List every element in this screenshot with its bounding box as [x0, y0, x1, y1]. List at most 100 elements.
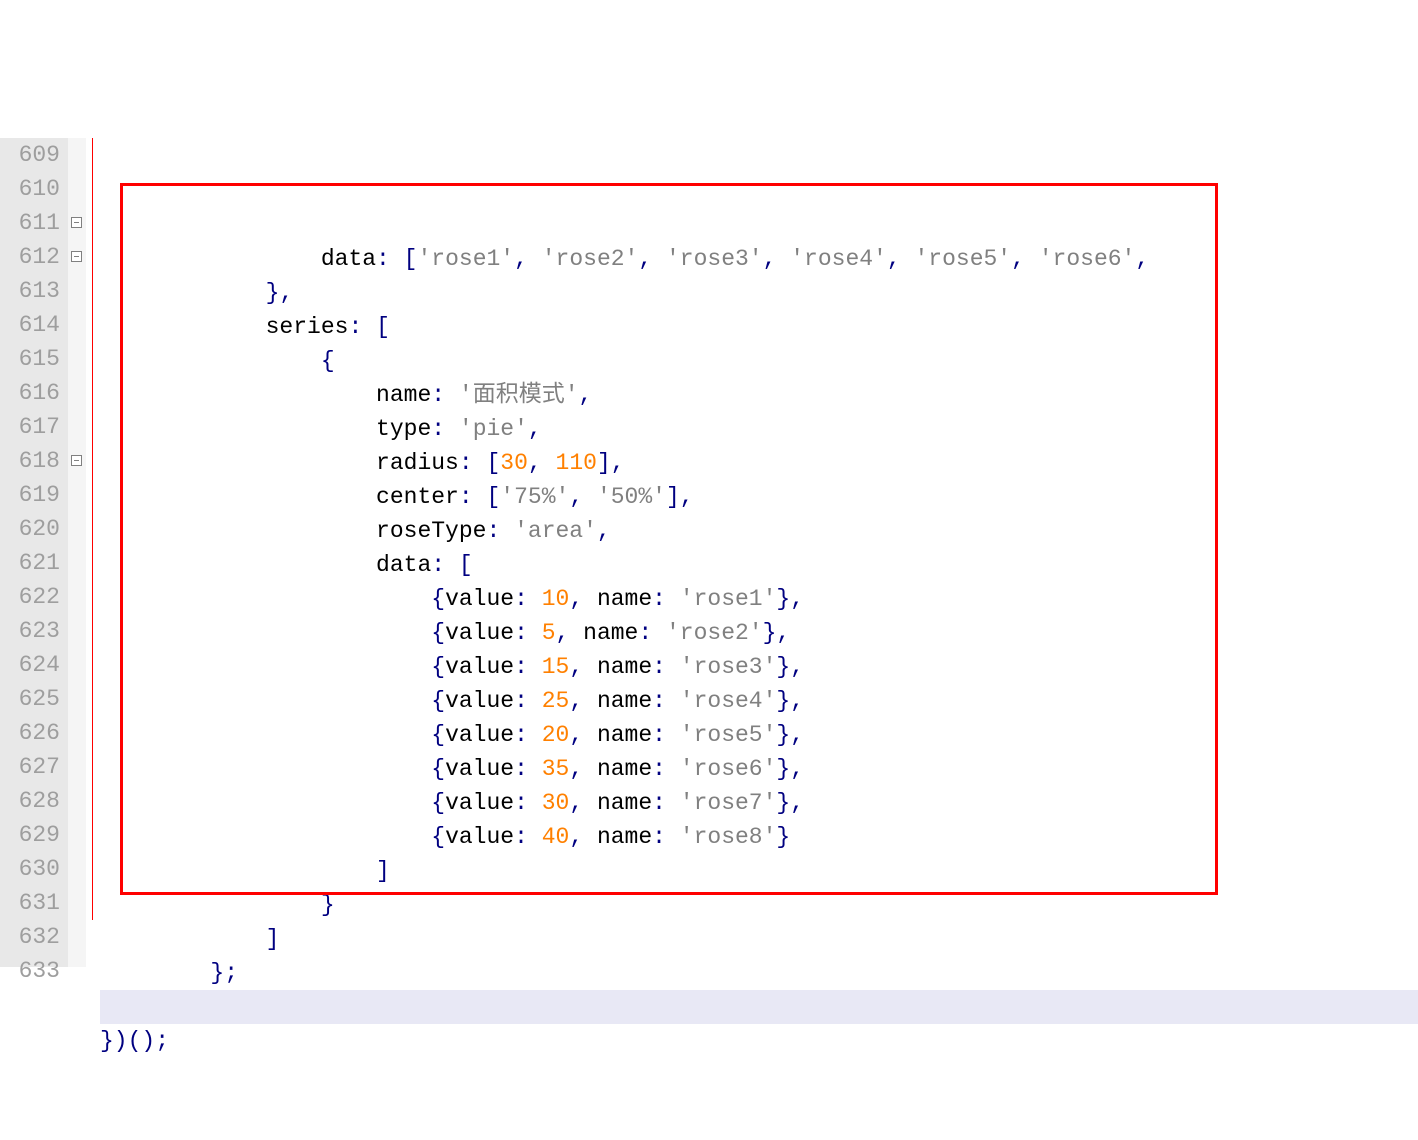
code-token: ,	[569, 586, 583, 612]
line-number: 620	[4, 512, 60, 546]
code-token: 10	[542, 586, 570, 612]
code-line[interactable]: {value: 15, name: 'rose3'},	[100, 650, 1418, 684]
code-token: name	[583, 756, 652, 782]
code-line[interactable]	[100, 1058, 1418, 1092]
code-editor[interactable]: 6096106116126136146156166176186196206216…	[0, 138, 1418, 967]
code-token	[652, 620, 666, 646]
code-token	[1025, 246, 1039, 272]
code-token: [	[459, 552, 473, 578]
code-line[interactable]: })();	[100, 1024, 1418, 1058]
code-token: },	[776, 790, 804, 816]
code-token	[666, 824, 680, 850]
code-line[interactable]: }	[100, 888, 1418, 922]
line-number: 627	[4, 750, 60, 784]
code-token: },	[776, 722, 804, 748]
fold-toggle-icon[interactable]	[71, 217, 82, 228]
code-token	[666, 722, 680, 748]
code-area[interactable]: data: ['rose1', 'rose2', 'rose3', 'rose4…	[100, 138, 1418, 967]
code-line[interactable]: {value: 35, name: 'rose6'},	[100, 752, 1418, 786]
code-token: ,	[638, 246, 652, 272]
code-token	[666, 756, 680, 782]
code-token	[100, 892, 321, 918]
code-token	[666, 586, 680, 612]
line-number: 628	[4, 784, 60, 818]
code-token: [	[404, 246, 418, 272]
code-line[interactable]: ]	[100, 922, 1418, 956]
code-line[interactable]: ]	[100, 854, 1418, 888]
line-number: 611	[4, 206, 60, 240]
code-token: 35	[542, 756, 570, 782]
code-token	[528, 824, 542, 850]
code-token: 'rose6'	[680, 756, 777, 782]
code-token	[528, 620, 542, 646]
code-token: {	[431, 824, 445, 850]
code-token	[100, 824, 431, 850]
code-line[interactable]: data: [	[100, 548, 1418, 582]
code-token: '75%'	[500, 484, 569, 510]
code-token: :	[514, 586, 528, 612]
code-token: :	[638, 620, 652, 646]
code-line[interactable]: };	[100, 956, 1418, 990]
code-token	[100, 790, 431, 816]
code-token: name	[569, 620, 638, 646]
code-token: :	[652, 824, 666, 850]
code-token: :	[514, 620, 528, 646]
code-token: ,	[597, 518, 611, 544]
code-token: 'rose1'	[680, 586, 777, 612]
line-number: 623	[4, 614, 60, 648]
code-token	[528, 586, 542, 612]
code-token: 'rose4'	[680, 688, 777, 714]
code-token: ,	[514, 246, 528, 272]
code-line[interactable]: {value: 20, name: 'rose5'},	[100, 718, 1418, 752]
code-line[interactable]: {	[100, 344, 1418, 378]
code-token: ,	[763, 246, 777, 272]
code-token	[528, 246, 542, 272]
code-token: 'rose3'	[680, 654, 777, 680]
code-line[interactable]: radius: [30, 110],	[100, 446, 1418, 480]
line-number: 612	[4, 240, 60, 274]
code-line[interactable]	[100, 990, 1418, 1024]
code-token: :	[514, 756, 528, 782]
code-token: :	[514, 790, 528, 816]
code-token: 5	[542, 620, 556, 646]
fold-toggle-icon[interactable]	[71, 455, 82, 466]
code-token: name	[583, 824, 652, 850]
line-number: 630	[4, 852, 60, 886]
fold-marker-column[interactable]	[68, 138, 86, 967]
code-token: ,	[556, 620, 570, 646]
code-token: :	[652, 722, 666, 748]
code-line[interactable]: {value: 25, name: 'rose4'},	[100, 684, 1418, 718]
code-line[interactable]: {value: 10, name: 'rose1'},	[100, 582, 1418, 616]
line-number: 621	[4, 546, 60, 580]
code-token: :	[652, 790, 666, 816]
code-token: 25	[542, 688, 570, 714]
code-line[interactable]: {value: 5, name: 'rose2'},	[100, 616, 1418, 650]
code-line[interactable]: },	[100, 276, 1418, 310]
code-token: name	[583, 790, 652, 816]
code-line[interactable]: name: '面积模式',	[100, 378, 1418, 412]
code-token: ,	[569, 654, 583, 680]
code-line[interactable]: type: 'pie',	[100, 412, 1418, 446]
code-token	[100, 688, 431, 714]
code-token: 30	[500, 450, 528, 476]
code-token	[528, 756, 542, 782]
code-token: },	[776, 756, 804, 782]
code-line[interactable]: {value: 30, name: 'rose7'},	[100, 786, 1418, 820]
code-token	[666, 790, 680, 816]
code-line[interactable]: roseType: 'area',	[100, 514, 1418, 548]
line-number: 631	[4, 886, 60, 920]
code-line[interactable]: series: [	[100, 310, 1418, 344]
code-token: :	[486, 518, 500, 544]
code-line[interactable]: data: ['rose1', 'rose2', 'rose3', 'rose4…	[100, 242, 1418, 276]
code-line[interactable]: center: ['75%', '50%'],	[100, 480, 1418, 514]
code-token	[901, 246, 915, 272]
code-line[interactable]: {value: 40, name: 'rose8'}	[100, 820, 1418, 854]
code-token: ,	[528, 416, 542, 442]
line-number: 622	[4, 580, 60, 614]
code-token: name	[583, 722, 652, 748]
code-token: 'rose1'	[417, 246, 514, 272]
fold-toggle-icon[interactable]	[71, 251, 82, 262]
code-token: ,	[569, 688, 583, 714]
code-token: '50%'	[597, 484, 666, 510]
code-token: :	[431, 552, 445, 578]
